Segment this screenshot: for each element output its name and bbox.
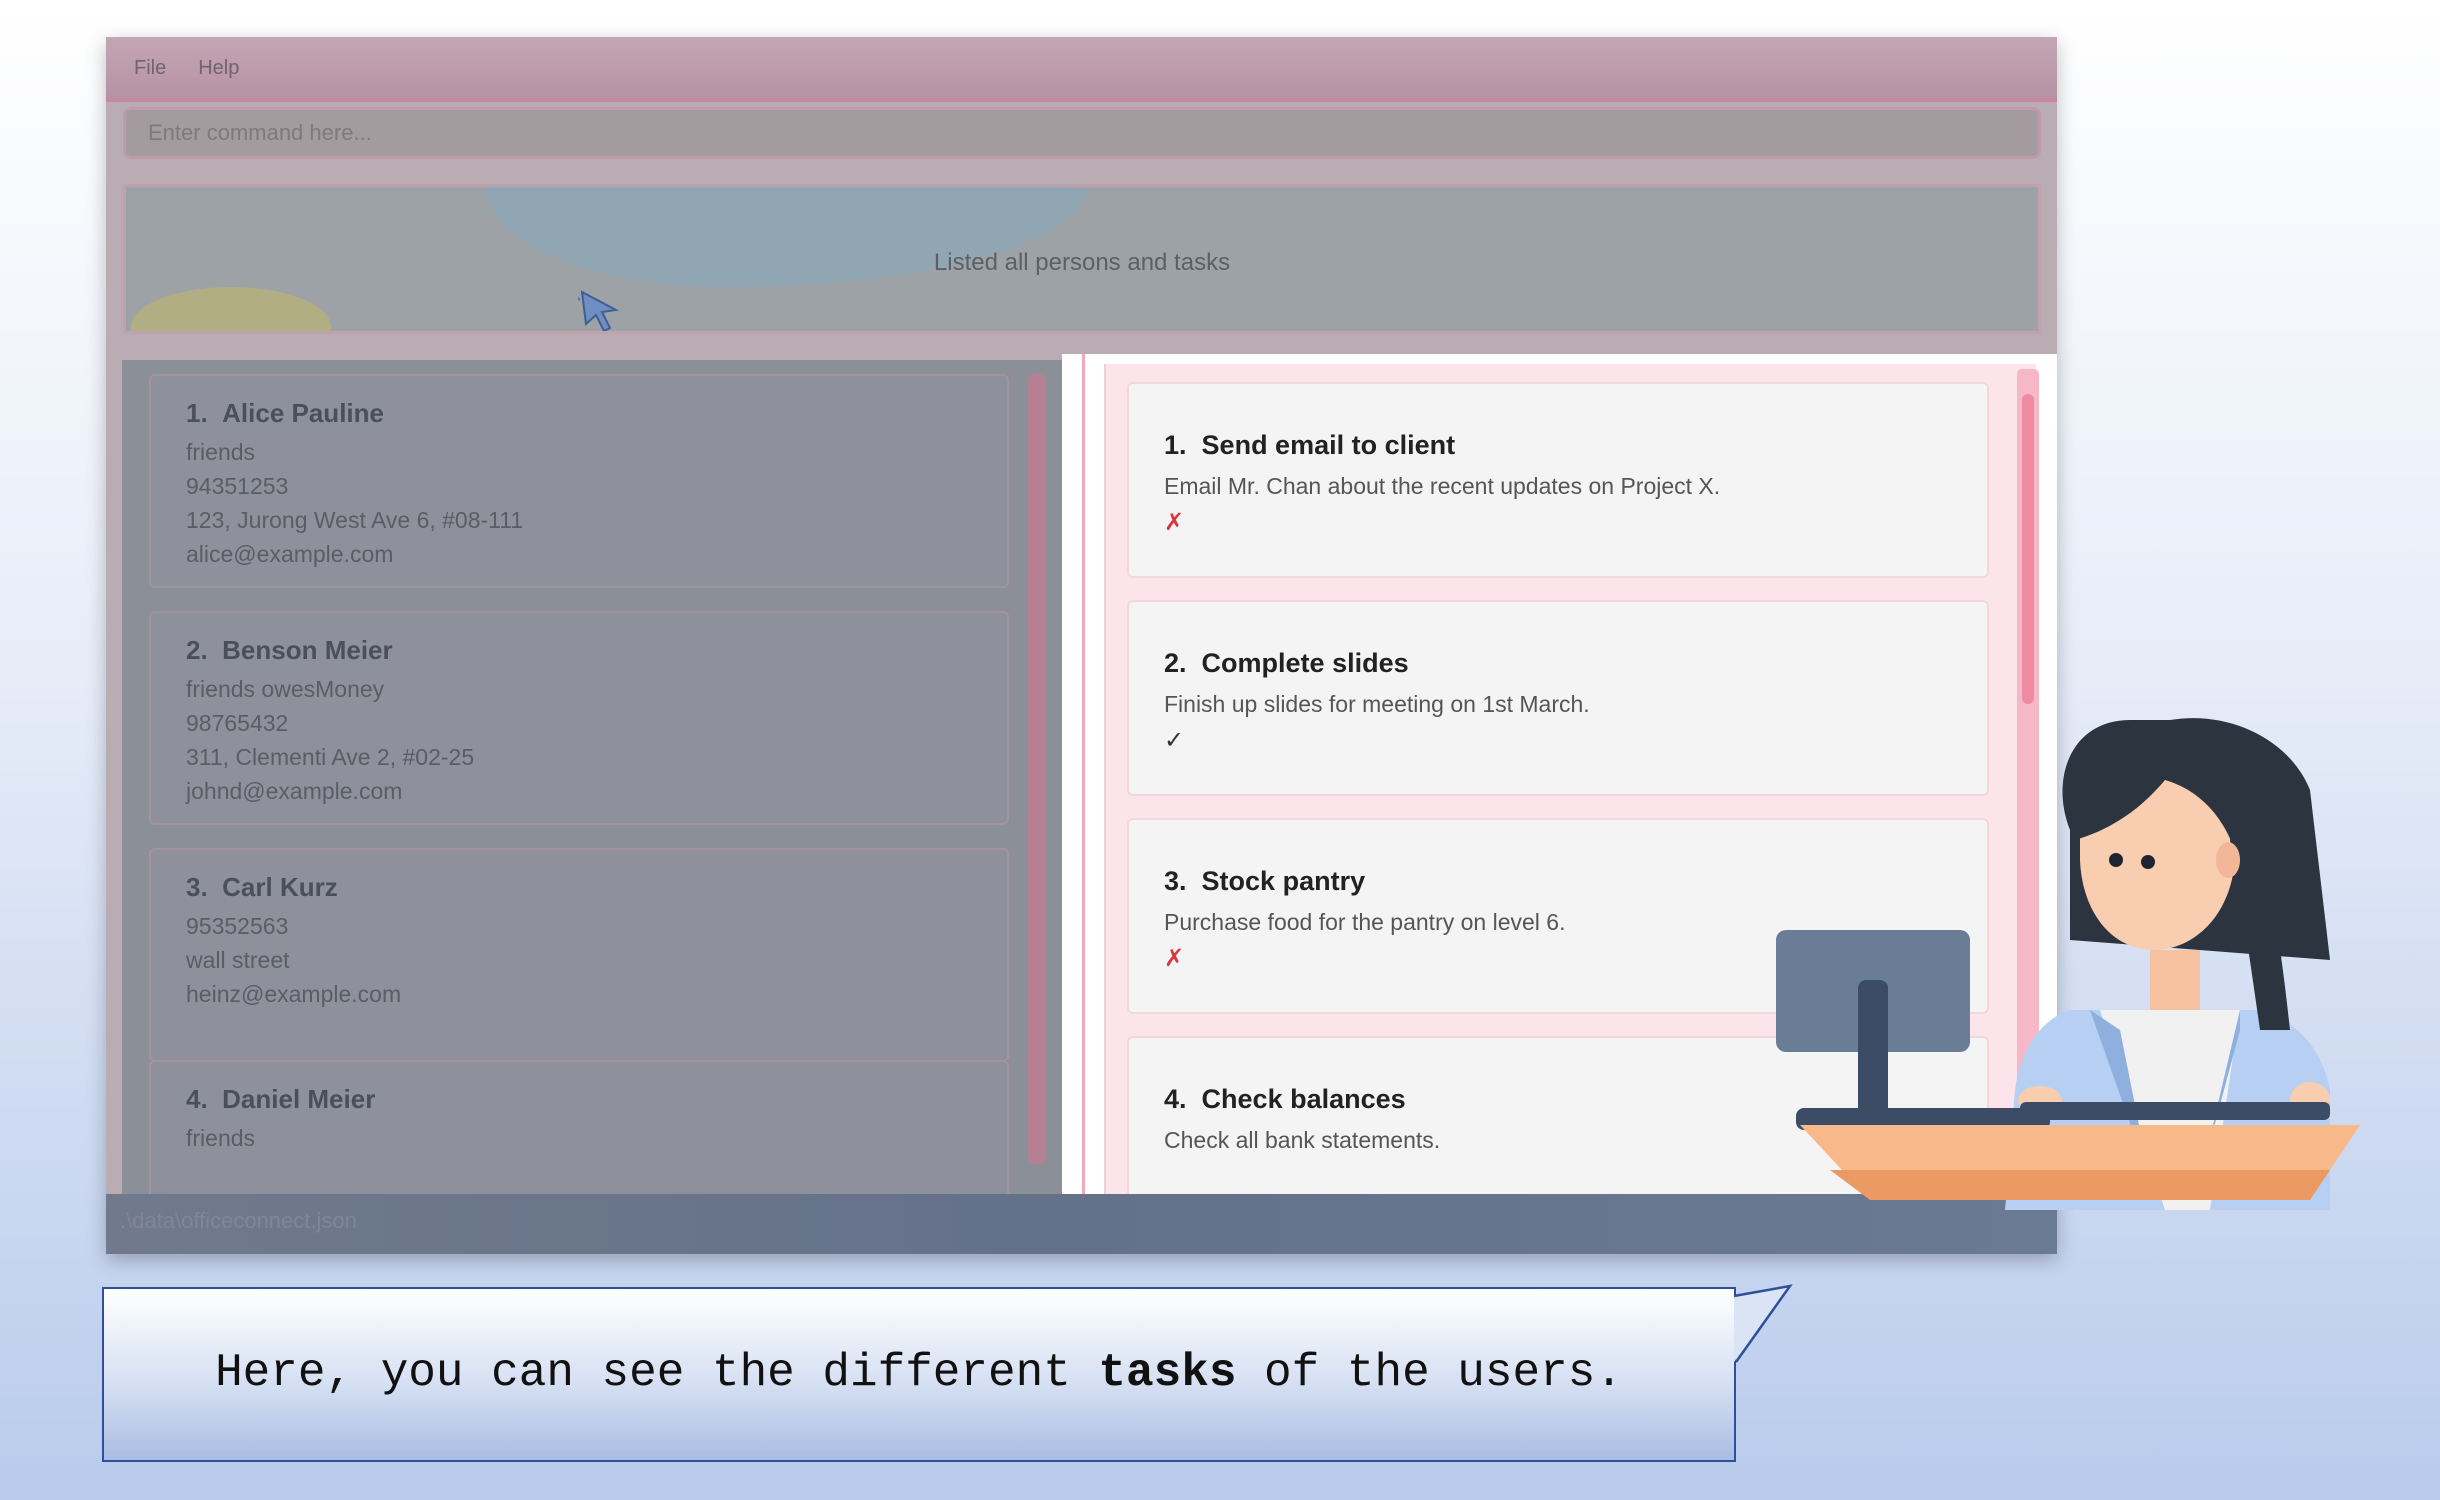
person-address: 311, Clementi Ave 2, #02-25 (186, 744, 475, 770)
person-tags: friends owesMoney (186, 676, 385, 702)
command-input[interactable] (146, 119, 2038, 147)
task-description: Email Mr. Chan about the recent updates … (1164, 473, 1721, 499)
storage-path: .\data\officeconnect.json (120, 1208, 357, 1233)
person-address: wall street (186, 947, 290, 973)
command-box (123, 107, 2041, 159)
task-card[interactable]: 1. Send email to client Email Mr. Chan a… (1127, 382, 1989, 578)
person-email: alice@example.com (186, 541, 394, 567)
task-title: 2. Complete slides (1164, 648, 1409, 678)
cursor-arrow-icon (578, 290, 620, 331)
background-decoration-hill (131, 287, 331, 331)
person-name: 2. Benson Meier (186, 635, 393, 665)
callout-text: Here, you can see the different tasks of… (215, 1347, 1623, 1399)
person-name: 1. Alice Pauline (186, 398, 384, 428)
person-name: 4. Daniel Meier (186, 1084, 376, 1114)
person-card[interactable]: 2. Benson Meier friends owesMoney 987654… (149, 611, 1009, 825)
person-phone: 94351253 (186, 473, 289, 499)
person-address: 123, Jurong West Ave 6, #08-111 (186, 507, 524, 533)
person-card[interactable]: 4. Daniel Meier friends (149, 1060, 1009, 1200)
person-tags: friends (186, 439, 256, 465)
person-card[interactable]: 3. Carl Kurz 95352563 wall street heinz@… (149, 848, 1009, 1062)
person-name: 3. Carl Kurz (186, 872, 338, 902)
menu-bar: File Help (106, 37, 2057, 102)
tutorial-callout: Here, you can see the different tasks of… (102, 1287, 1736, 1462)
person-phone: 98765432 (186, 710, 289, 736)
menu-file[interactable]: File (134, 57, 166, 80)
person-list-scrollbar[interactable] (1028, 374, 1046, 1164)
person-email: johnd@example.com (186, 778, 403, 804)
result-message: Listed all persons and tasks (933, 249, 1231, 276)
task-incomplete-icon: ✗ (1164, 509, 1185, 536)
menu-help[interactable]: Help (198, 57, 239, 80)
task-scrollbar-thumb[interactable] (2022, 394, 2034, 704)
result-display: Listed all persons and tasks (123, 184, 2041, 334)
person-phone: 95352563 (186, 913, 289, 939)
status-bar: .\data\officeconnect.json (106, 1194, 2057, 1254)
person-email: heinz@example.com (186, 981, 402, 1007)
task-title: 1. Send email to client (1164, 430, 1456, 460)
office-worker-illustration (1776, 718, 2360, 1210)
panel-divider (1082, 354, 1085, 1194)
person-card[interactable]: 1. Alice Pauline friends 94351253 123, J… (149, 374, 1009, 588)
person-list-panel: 1. Alice Pauline friends 94351253 123, J… (122, 360, 1062, 1204)
person-tags: friends (186, 1125, 256, 1151)
